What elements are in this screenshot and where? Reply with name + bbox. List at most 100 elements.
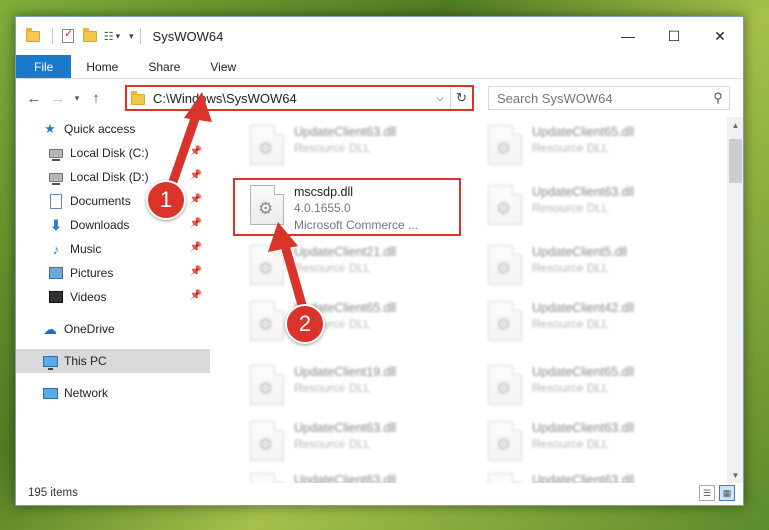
file-item[interactable]: ⚙ UpdateClient5.dll Resource DLL [480,241,700,297]
file-name: UpdateClient5.dll [532,245,628,259]
file-name: UpdateClient65.dll [532,125,635,139]
drive-icon [48,145,64,161]
search-box[interactable]: ⚲ [488,86,730,110]
details-view-icon[interactable]: ☰ [699,485,715,501]
tab-share[interactable]: Share [133,55,195,78]
pin-icon[interactable]: 📌 [190,242,202,253]
view-buttons: ☰ ▦ [699,485,735,501]
toolbar-divider [139,28,141,44]
dll-file-icon: ⚙ [488,421,522,461]
callout-badge-1: 1 [146,180,186,220]
title-bar: ☷▾ ▾ SysWOW64 — ☐ ✕ [16,17,743,55]
forward-arrow-icon[interactable]: → [46,86,70,110]
tab-home[interactable]: Home [71,55,133,78]
file-name: UpdateClient63.dll [294,125,397,139]
up-arrow-icon[interactable]: ↑ [84,86,108,110]
dll-file-icon: ⚙ [488,245,522,285]
file-name: UpdateClient42.dll [532,301,635,315]
pin-icon[interactable]: 📌 [190,290,202,301]
folder-icon[interactable] [24,27,42,45]
dll-file-icon: ⚙ [488,301,522,341]
toolbar-divider [52,28,53,44]
status-bar: 195 items ☰ ▦ [16,481,743,505]
tab-file[interactable]: File [16,55,72,78]
sidebar-item-network[interactable]: Network [16,381,210,405]
large-icons-view-icon[interactable]: ▦ [719,485,735,501]
file-item[interactable]: ⚙ UpdateClient63.dll Resource DLL [242,417,462,473]
file-item[interactable]: ⚙ UpdateClient65.dll Resource DLL [480,361,700,417]
sidebar-item-label: This PC [64,354,107,368]
customize-toolbar-icon[interactable]: ☷ ▾ [103,27,121,45]
computer-icon [42,353,58,370]
pictures-icon [48,265,64,281]
sidebar-item-videos[interactable]: Videos 📌 [16,285,210,309]
back-arrow-icon[interactable]: ← [22,86,46,110]
file-item[interactable]: ⚙ UpdateClient65.dll Resource DLL [480,121,700,177]
address-dropdown-icon[interactable]: ⌵ [430,93,450,104]
file-name: UpdateClient65.dll [532,365,635,379]
ribbon-tabs: File Home Share View [16,55,743,79]
search-input[interactable] [497,90,707,106]
explorer-window: ☷▾ ▾ SysWOW64 — ☐ ✕ File Home Share View… [15,16,744,506]
window-controls: — ☐ ✕ [605,17,743,55]
pin-icon[interactable]: 📌 [190,218,202,229]
sidebar-item-label: Quick access [64,122,136,136]
file-type: Resource DLL [294,381,371,395]
download-icon: ⬇ [50,216,62,233]
scroll-thumb[interactable] [729,139,742,183]
vertical-scrollbar[interactable]: ▲ ▼ [727,117,743,483]
file-item[interactable]: ⚙ UpdateClient19.dll Resource DLL [242,361,462,417]
sidebar-item-downloads[interactable]: ⬇ Downloads 📌 [16,213,210,237]
item-count: 195 items [28,487,78,499]
sidebar-item-label: Local Disk (C:) [70,146,149,160]
document-icon [48,193,64,209]
file-type: Resource DLL [532,261,609,275]
file-item[interactable]: ⚙ UpdateClient63.dll Resource DLL [480,181,700,237]
file-name: UpdateClient19.dll [294,365,397,379]
file-item[interactable]: ⚙ UpdateClient63.dll Resource DLL [480,417,700,473]
tab-view[interactable]: View [195,55,251,78]
file-item[interactable]: ⚙ UpdateClient42.dll Resource DLL [480,297,700,353]
file-name: UpdateClient63.dll [532,185,635,199]
file-item[interactable]: ⚙ UpdateClient63.dll Resource DLL [242,121,462,177]
sidebar-item-label: Music [70,242,102,256]
file-name: UpdateClient63.dll [532,421,635,435]
dll-file-icon: ⚙ [488,185,522,225]
navigation-bar: ← → ▾ ↑ C:\Windows\SysWOW64 ⌵ ↻ ⚲ [16,79,743,117]
sidebar-item-music[interactable]: ♪ Music 📌 [16,237,210,261]
star-icon: ★ [44,121,56,136]
sidebar-item-this-pc[interactable]: This PC [16,349,210,373]
new-folder-icon[interactable] [81,27,99,45]
minimize-button[interactable]: — [605,17,651,55]
dll-file-icon: ⚙ [488,125,522,165]
recent-locations-icon[interactable]: ▾ [70,86,84,110]
file-type: Resource DLL [294,437,371,451]
sidebar-item-label: OneDrive [64,322,115,336]
sidebar-item-label: Pictures [70,266,114,280]
file-type: Resource DLL [532,201,609,215]
search-icon[interactable]: ⚲ [707,90,729,106]
network-icon [42,385,58,401]
pin-icon[interactable]: 📌 [190,266,202,277]
sidebar-item-onedrive[interactable]: ☁ OneDrive [16,317,210,341]
sidebar-item-label: Local Disk (D:) [70,170,149,184]
music-icon: ♪ [52,241,60,257]
dll-file-icon: ⚙ [250,421,284,461]
sidebar-item-pictures[interactable]: Pictures 📌 [16,261,210,285]
maximize-button[interactable]: ☐ [651,17,697,55]
sidebar-item-label: Downloads [70,218,130,232]
file-type: Resource DLL [532,317,609,331]
sidebar-item-label: Network [64,386,109,400]
close-button[interactable]: ✕ [697,17,743,55]
file-type: Resource DLL [294,141,371,155]
properties-icon[interactable] [59,27,77,45]
cloud-icon: ☁ [43,320,57,337]
quick-access-dropdown-icon[interactable]: ▾ [129,31,134,42]
file-type: Resource DLL [532,437,609,451]
scroll-up-icon[interactable]: ▲ [727,117,743,133]
dll-file-icon: ⚙ [250,125,284,165]
sidebar-item-label: Documents [70,194,131,208]
refresh-icon[interactable]: ↻ [450,87,472,109]
